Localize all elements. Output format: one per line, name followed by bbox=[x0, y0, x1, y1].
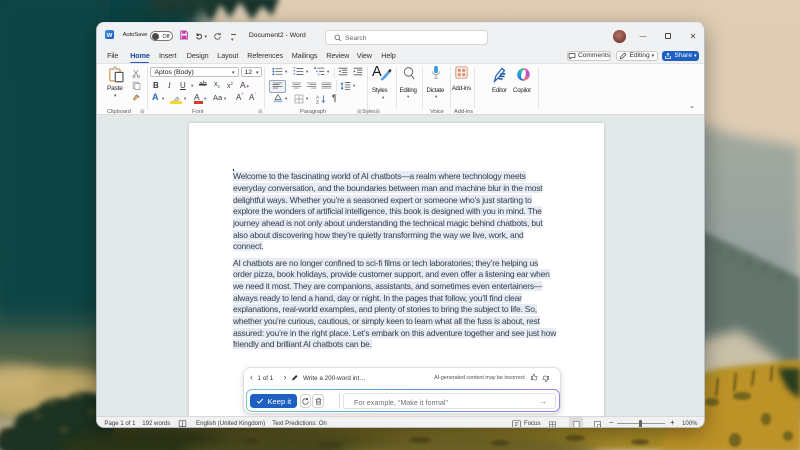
svg-text:Z: Z bbox=[316, 99, 319, 104]
svg-text:W: W bbox=[107, 33, 113, 39]
svg-text:A: A bbox=[316, 94, 320, 99]
